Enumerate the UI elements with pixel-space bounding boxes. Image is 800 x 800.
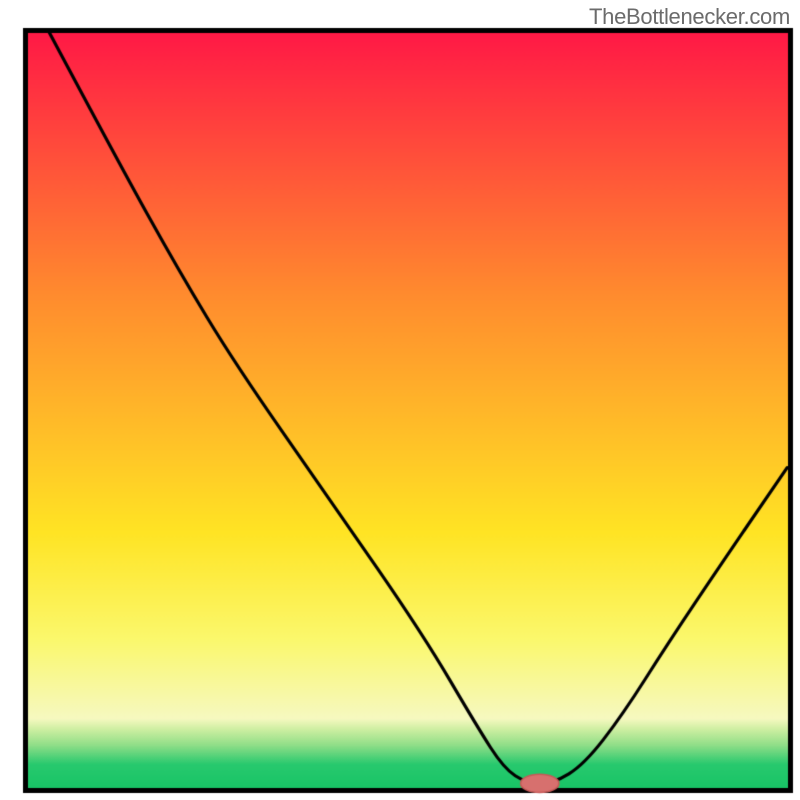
attribution-label: TheBottlenecker.com	[589, 4, 790, 30]
bottleneck-chart	[0, 0, 800, 800]
